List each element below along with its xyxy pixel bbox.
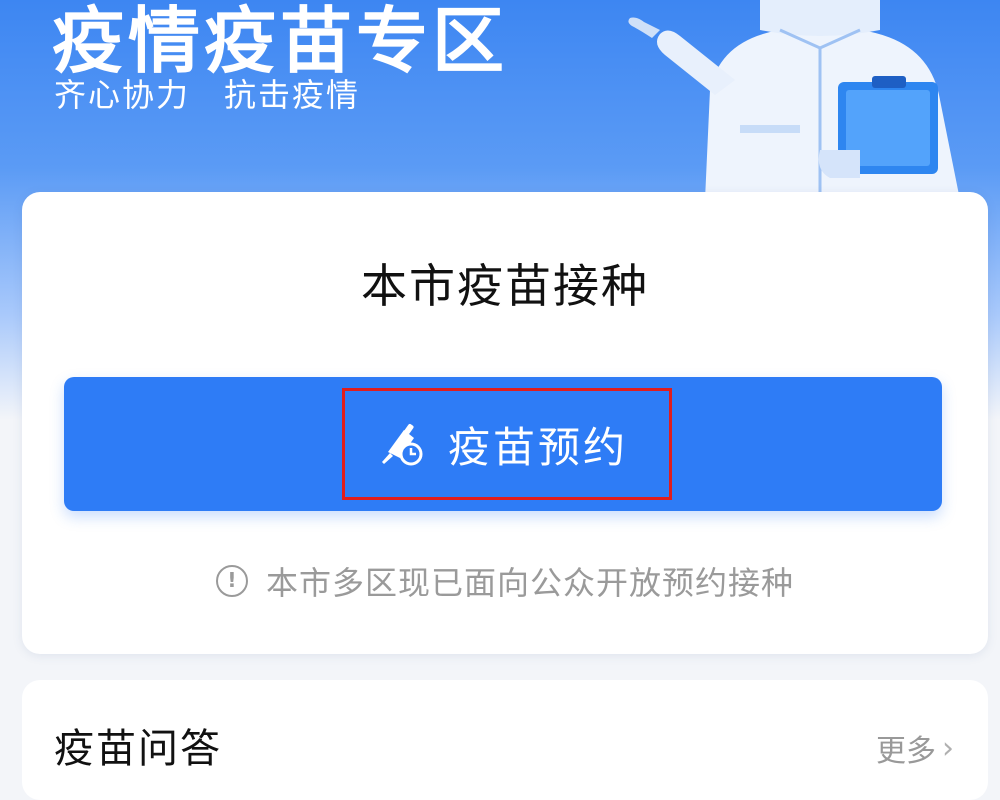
- vaccine-booking-label: 疫苗预约: [447, 422, 628, 472]
- more-label: 更多: [876, 734, 936, 769]
- vaccination-card-title: 本市疫苗接种: [361, 259, 649, 313]
- vaccination-card: 本市疫苗接种 疫苗预约 ! 本市多区现已面向公众开放预约接种: [22, 192, 988, 654]
- vaccine-qa-card: 疫苗问答 更多 ›: [22, 680, 988, 800]
- booking-notice: ! 本市多区现已面向公众开放预约接种: [22, 558, 988, 604]
- notice-text: 本市多区现已面向公众开放预约接种: [265, 564, 794, 602]
- doctor-illustration: [628, 0, 960, 200]
- vaccine-booking-button[interactable]: 疫苗预约: [64, 377, 942, 511]
- more-link[interactable]: 更多 ›: [876, 726, 954, 770]
- hero-subtitle: 齐心协力 抗击疫情: [54, 76, 361, 114]
- chevron-right-icon: ›: [942, 730, 954, 766]
- syringe-clock-icon: [381, 423, 423, 466]
- info-circle-icon: !: [215, 565, 248, 597]
- vaccine-qa-title: 疫苗问答: [54, 726, 222, 772]
